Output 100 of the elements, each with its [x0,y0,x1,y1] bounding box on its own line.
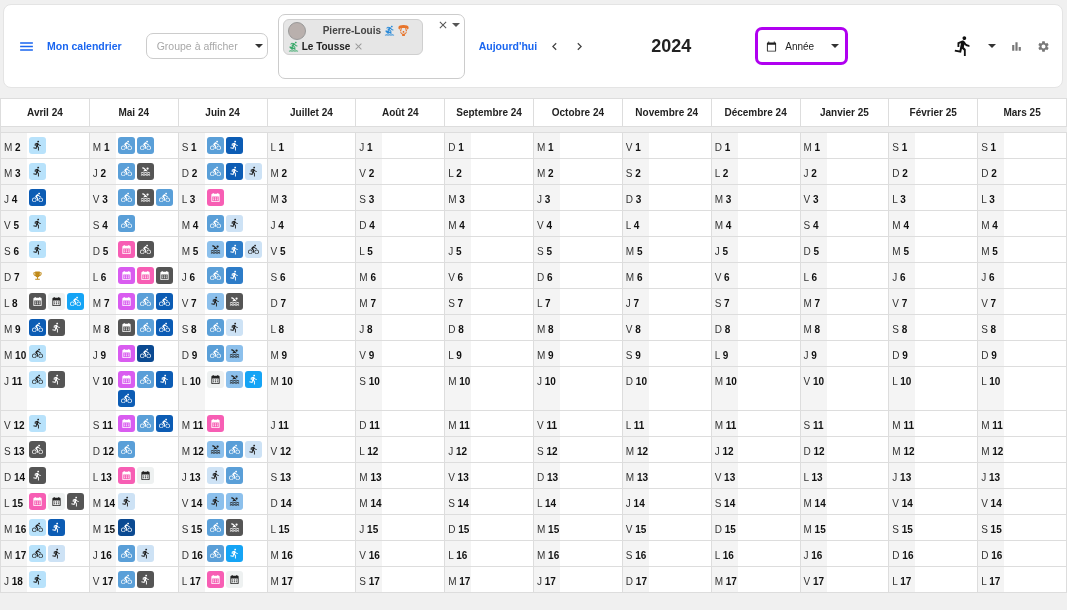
caret-icon[interactable] [451,22,460,27]
bicycle-icon[interactable] [117,390,135,407]
calendar-icon[interactable] [117,319,135,336]
runner-icon[interactable] [48,519,65,536]
runner-icon[interactable] [29,571,46,588]
calendar-icon[interactable] [29,293,46,310]
day-label: V 3 [92,194,108,205]
runner-icon[interactable] [206,493,224,510]
calendar-icon[interactable] [48,293,65,310]
swimmer-icon[interactable] [206,441,224,458]
runner-icon[interactable] [48,545,65,562]
day-label: M 12 [981,446,1004,457]
day-label: M 3 [270,194,288,205]
view-select[interactable]: Année [755,27,849,65]
calendar-icon[interactable] [206,371,224,388]
day-label: M 8 [803,324,821,335]
calendar-icon[interactable] [155,267,173,284]
paraglider-icon [398,25,410,36]
day-label: V 5 [4,220,19,231]
member-select[interactable]: Pierre-Louis Le Tousse [277,13,465,79]
day-label: D 4 [359,220,375,231]
day-label: M 12 [892,446,915,457]
calendar-link[interactable]: Mon calendrier [47,40,122,52]
runner-icon[interactable] [29,163,46,180]
day-label: M 16 [537,550,560,561]
day-label: M 8 [92,324,110,335]
day-label: J 4 [4,194,18,205]
swimmer-icon[interactable] [225,519,243,536]
day-label: S 17 [359,576,380,587]
day-label: J 5 [448,246,462,257]
day-label: D 15 [714,524,736,535]
day-label: M 17 [448,576,471,587]
bicycle-icon[interactable] [29,345,46,362]
swimmer-icon[interactable] [136,163,154,180]
day-label: J 16 [92,550,112,561]
runner-icon[interactable] [29,241,46,258]
day-label: L 2 [448,168,462,179]
day-label: D 9 [892,350,908,361]
runner-icon[interactable] [155,371,173,388]
swimmer-icon[interactable] [225,345,243,362]
day-label: M 15 [537,524,560,535]
bicycle-icon[interactable] [29,545,46,562]
day-label: J 11 [4,376,23,387]
chart-icon[interactable] [1010,39,1023,53]
swimmer-icon[interactable] [136,189,154,206]
runner-icon[interactable] [48,371,65,388]
bicycle-icon[interactable] [136,345,154,362]
calendar-icon[interactable] [225,571,243,588]
runner-icon[interactable] [206,467,224,484]
swimmer-icon[interactable] [225,293,243,310]
bicycle-icon[interactable] [136,241,154,258]
settings-icon[interactable] [1037,39,1050,53]
runner-icon[interactable] [225,319,243,336]
day-label: L 9 [714,350,729,361]
month-header: Février 25 [889,99,979,127]
calendar-icon[interactable] [48,493,65,510]
runner-icon[interactable] [225,163,243,180]
today-button[interactable]: Aujourd'hui [478,40,538,52]
day-label: S 1 [181,142,197,153]
day-label: M 9 [4,324,21,335]
bicycle-icon[interactable] [155,319,173,336]
runner-icon[interactable] [29,415,46,432]
runner-icon[interactable] [136,545,154,562]
day-label: L 1 [270,142,285,153]
bicycle-icon[interactable] [29,189,46,206]
runner-icon[interactable] [244,163,262,180]
bicycle-icon[interactable] [29,319,46,336]
bicycle-icon[interactable] [117,519,135,536]
caret-icon[interactable] [988,44,996,48]
runner-icon[interactable] [29,215,46,232]
day-label: D 6 [537,272,553,283]
runner-icon[interactable] [67,493,84,510]
swimmer-icon[interactable] [225,371,243,388]
runner-icon[interactable] [225,137,243,154]
runner-icon[interactable] [225,215,243,232]
runner-icon[interactable] [117,493,135,510]
day-label: L 14 [537,498,557,509]
month-header: Avril 24 [1,99,90,127]
runner-icon[interactable] [244,441,262,458]
bicycle-icon[interactable] [155,293,173,310]
calendar-icon[interactable] [136,467,154,484]
day-label: M 9 [270,350,288,361]
day-label: S 10 [359,376,380,387]
swimmer-icon[interactable] [206,241,224,258]
bicycle-icon[interactable] [29,441,46,458]
day-label: V 17 [92,576,114,587]
runner-icon[interactable] [206,293,224,310]
day-label: S 8 [892,324,908,335]
bicycle-icon[interactable] [29,371,46,388]
day-label: D 16 [181,550,203,561]
runner-icon[interactable] [29,467,46,484]
day-label: L 15 [270,524,290,535]
bicycle-icon[interactable] [244,241,262,258]
day-label: M 16 [4,524,27,535]
runner-icon[interactable] [29,137,46,154]
runner-icon[interactable] [136,571,154,588]
swimmer-icon[interactable] [225,493,243,510]
bicycle-icon[interactable] [29,519,46,536]
bicycle-icon[interactable] [155,415,173,432]
runner-icon[interactable] [48,319,65,336]
